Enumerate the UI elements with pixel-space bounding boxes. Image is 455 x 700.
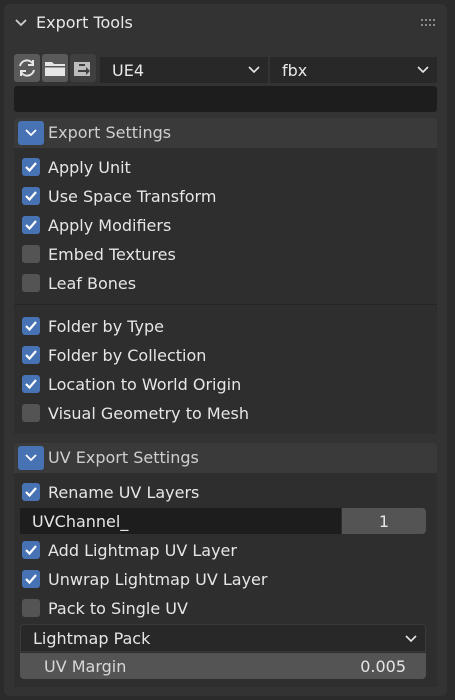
panel-header[interactable]: Export Tools	[4, 4, 447, 42]
checkbox-label: Leaf Bones	[48, 273, 137, 293]
refresh-button[interactable]	[14, 54, 40, 82]
checkbox[interactable]	[22, 245, 40, 263]
uv-index-field[interactable]: 1	[342, 508, 426, 534]
checkbox[interactable]	[22, 317, 40, 335]
checkbox-location-to-world-origin[interactable]: Location to World Origin	[22, 372, 241, 396]
checkmark-icon	[25, 191, 37, 202]
export-toolbar	[14, 54, 98, 84]
checkbox-label: Embed Textures	[48, 244, 176, 264]
refresh-icon	[19, 59, 35, 77]
checkbox[interactable]	[22, 404, 40, 422]
checkbox-label: Apply Modifiers	[48, 215, 172, 235]
format-value: fbx	[282, 60, 308, 80]
checkmark-icon	[25, 162, 37, 173]
checkbox-pack-to-single-uv[interactable]: Pack to Single UV	[22, 596, 188, 620]
uv-index-value: 1	[378, 511, 390, 531]
checkbox-label: Use Space Transform	[48, 186, 217, 206]
chevron-down-icon	[25, 454, 37, 462]
engine-dropdown[interactable]: UE4	[100, 57, 268, 83]
checkbox[interactable]	[22, 274, 40, 292]
open-folder-button[interactable]	[42, 54, 68, 82]
export-settings-toggle[interactable]	[18, 121, 44, 145]
section-divider	[14, 304, 437, 305]
checkmark-icon	[25, 321, 37, 332]
chevron-down-icon	[405, 635, 417, 643]
checkbox-folder-by-collection[interactable]: Folder by Collection	[22, 343, 206, 367]
checkbox-visual-geometry-to-mesh[interactable]: Visual Geometry to Mesh	[22, 401, 249, 425]
checkmark-icon	[25, 487, 37, 498]
checkbox[interactable]	[22, 346, 40, 364]
lightmap-pack-value: Lightmap Pack	[33, 628, 151, 648]
checkbox-apply-unit[interactable]: Apply Unit	[22, 155, 131, 179]
checkbox-label: Rename UV Layers	[48, 482, 200, 502]
checkbox[interactable]	[22, 483, 40, 501]
checkbox[interactable]	[22, 541, 40, 559]
folder-icon	[45, 62, 65, 76]
panel-title: Export Tools	[36, 13, 133, 32]
chevron-down-icon	[417, 66, 429, 74]
checkbox[interactable]	[22, 599, 40, 617]
checkbox-label: Visual Geometry to Mesh	[48, 403, 249, 423]
checkmark-icon	[25, 379, 37, 390]
uv-margin-label: UV Margin	[44, 656, 127, 676]
format-dropdown[interactable]: fbx	[270, 57, 437, 83]
uv-export-settings-title: UV Export Settings	[48, 448, 199, 467]
checkbox[interactable]	[22, 158, 40, 176]
chevron-down-icon	[248, 66, 260, 74]
checkbox-use-space-transform[interactable]: Use Space Transform	[22, 184, 216, 208]
drag-handle-icon[interactable]	[421, 18, 437, 28]
uv-margin-slider[interactable]: UV Margin 0.005	[20, 653, 426, 679]
checkbox-label: Add Lightmap UV Layer	[48, 540, 237, 560]
uv-export-settings-toggle[interactable]	[18, 446, 44, 470]
checkbox-label: Folder by Type	[48, 316, 164, 336]
checkbox-add-lightmap-uv-layer[interactable]: Add Lightmap UV Layer	[22, 538, 237, 562]
checkbox[interactable]	[22, 187, 40, 205]
checkbox-folder-by-type[interactable]: Folder by Type	[22, 314, 164, 338]
status-bar	[14, 86, 437, 112]
checkbox-rename-uv-layers[interactable]: Rename UV Layers	[22, 480, 199, 504]
engine-value: UE4	[112, 60, 144, 80]
checkbox[interactable]	[22, 570, 40, 588]
export-arrow-icon	[74, 62, 90, 76]
checkmark-icon	[25, 220, 37, 231]
uv-name-value: UVChannel_	[32, 511, 129, 531]
checkmark-icon	[25, 350, 37, 361]
uv-export-settings-header[interactable]: UV Export Settings	[14, 443, 437, 473]
checkbox[interactable]	[22, 375, 40, 393]
chevron-down-icon	[25, 129, 37, 137]
export-settings-header[interactable]: Export Settings	[14, 118, 437, 148]
checkbox-label: Location to World Origin	[48, 374, 242, 394]
checkbox-apply-modifiers[interactable]: Apply Modifiers	[22, 213, 171, 237]
checkbox-label: Unwrap Lightmap UV Layer	[48, 569, 268, 589]
checkbox-leaf-bones[interactable]: Leaf Bones	[22, 271, 136, 295]
checkbox[interactable]	[22, 216, 40, 234]
uv-margin-value: 0.005	[360, 656, 406, 676]
export-settings-title: Export Settings	[48, 123, 172, 142]
lightmap-pack-dropdown[interactable]: Lightmap Pack	[20, 624, 426, 652]
export-button[interactable]	[70, 54, 96, 82]
checkbox-unwrap-lightmap-uv-layer[interactable]: Unwrap Lightmap UV Layer	[22, 567, 267, 591]
checkbox-label: Apply Unit	[48, 157, 131, 177]
checkmark-icon	[25, 545, 37, 556]
uv-name-field[interactable]: UVChannel_	[20, 508, 341, 534]
checkbox-embed-textures[interactable]: Embed Textures	[22, 242, 176, 266]
checkbox-label: Pack to Single UV	[48, 598, 188, 618]
checkmark-icon	[25, 574, 37, 585]
export-tools-panel: Export Tools UE4 fbx Export Settings App…	[4, 4, 447, 696]
checkbox-label: Folder by Collection	[48, 345, 207, 365]
chevron-down-icon[interactable]	[14, 16, 28, 30]
